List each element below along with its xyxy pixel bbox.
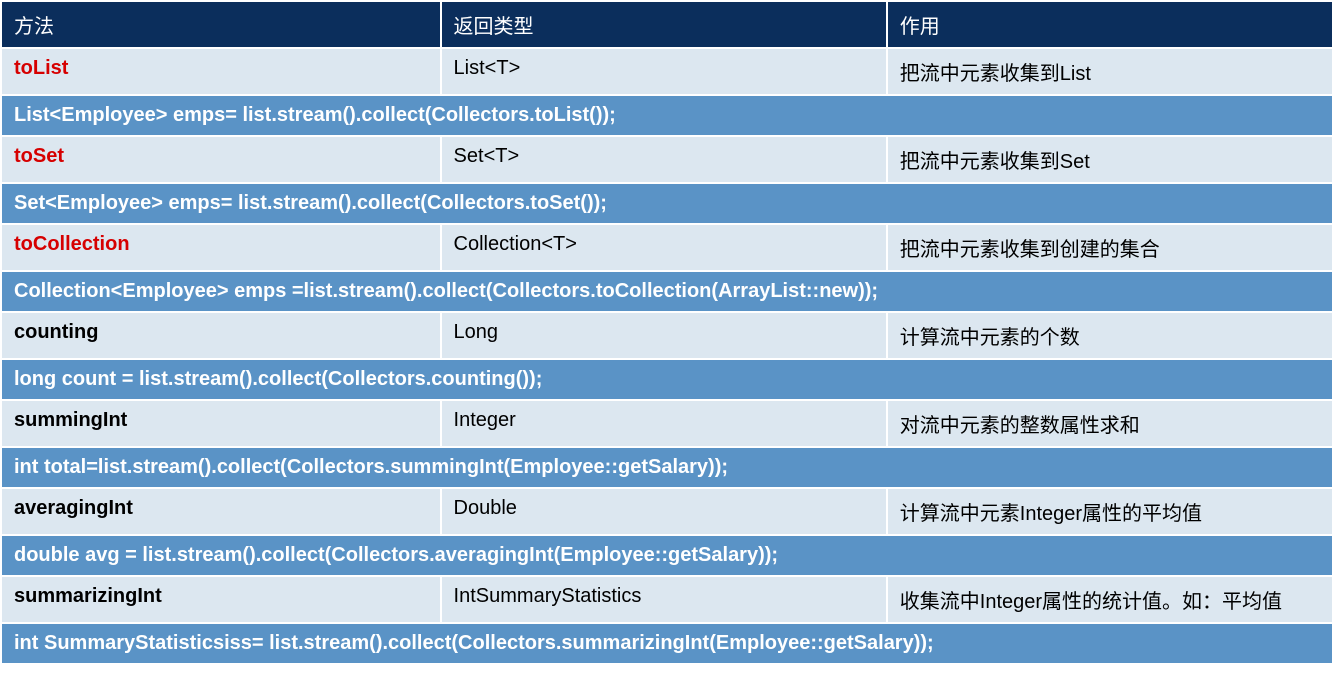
cell-description: 对流中元素的整数属性求和 bbox=[887, 400, 1333, 447]
cell-return-type: IntSummaryStatistics bbox=[441, 576, 887, 623]
cell-method: toList bbox=[1, 48, 441, 95]
table-row: toListList<T>把流中元素收集到List bbox=[1, 48, 1333, 95]
cell-description: 把流中元素收集到List bbox=[887, 48, 1333, 95]
cell-code-example: long count = list.stream().collect(Colle… bbox=[1, 359, 1333, 400]
cell-method: summingInt bbox=[1, 400, 441, 447]
cell-description: 收集流中Integer属性的统计值。如：平均值 bbox=[887, 576, 1333, 623]
cell-return-type: Set<T> bbox=[441, 136, 887, 183]
table-code-row: int total=list.stream().collect(Collecto… bbox=[1, 447, 1333, 488]
cell-return-type: Long bbox=[441, 312, 887, 359]
cell-description: 计算流中元素Integer属性的平均值 bbox=[887, 488, 1333, 535]
header-return-type: 返回类型 bbox=[441, 1, 887, 48]
table-header-row: 方法 返回类型 作用 bbox=[1, 1, 1333, 48]
table-code-row: double avg = list.stream().collect(Colle… bbox=[1, 535, 1333, 576]
cell-return-type: Double bbox=[441, 488, 887, 535]
cell-method: averagingInt bbox=[1, 488, 441, 535]
table-row: summarizingIntIntSummaryStatistics收集流中In… bbox=[1, 576, 1333, 623]
cell-code-example: Collection<Employee> emps =list.stream()… bbox=[1, 271, 1333, 312]
table-row: averagingIntDouble计算流中元素Integer属性的平均值 bbox=[1, 488, 1333, 535]
cell-code-example: Set<Employee> emps= list.stream().collec… bbox=[1, 183, 1333, 224]
cell-return-type: Integer bbox=[441, 400, 887, 447]
collectors-table: 方法 返回类型 作用 toListList<T>把流中元素收集到ListList… bbox=[0, 0, 1334, 665]
table-code-row: List<Employee> emps= list.stream().colle… bbox=[1, 95, 1333, 136]
table-code-row: long count = list.stream().collect(Colle… bbox=[1, 359, 1333, 400]
cell-code-example: double avg = list.stream().collect(Colle… bbox=[1, 535, 1333, 576]
header-method: 方法 bbox=[1, 1, 441, 48]
cell-return-type: Collection<T> bbox=[441, 224, 887, 271]
table-row: toSetSet<T>把流中元素收集到Set bbox=[1, 136, 1333, 183]
table-row: toCollectionCollection<T>把流中元素收集到创建的集合 bbox=[1, 224, 1333, 271]
header-description: 作用 bbox=[887, 1, 1333, 48]
cell-code-example: int total=list.stream().collect(Collecto… bbox=[1, 447, 1333, 488]
table-code-row: Set<Employee> emps= list.stream().collec… bbox=[1, 183, 1333, 224]
table-row: countingLong计算流中元素的个数 bbox=[1, 312, 1333, 359]
table-row: summingIntInteger对流中元素的整数属性求和 bbox=[1, 400, 1333, 447]
cell-return-type: List<T> bbox=[441, 48, 887, 95]
cell-description: 计算流中元素的个数 bbox=[887, 312, 1333, 359]
table-code-row: int SummaryStatisticsiss= list.stream().… bbox=[1, 623, 1333, 664]
cell-method: toCollection bbox=[1, 224, 441, 271]
cell-code-example: List<Employee> emps= list.stream().colle… bbox=[1, 95, 1333, 136]
cell-description: 把流中元素收集到创建的集合 bbox=[887, 224, 1333, 271]
cell-method: summarizingInt bbox=[1, 576, 441, 623]
cell-code-example: int SummaryStatisticsiss= list.stream().… bbox=[1, 623, 1333, 664]
cell-description: 把流中元素收集到Set bbox=[887, 136, 1333, 183]
cell-method: counting bbox=[1, 312, 441, 359]
cell-method: toSet bbox=[1, 136, 441, 183]
table-code-row: Collection<Employee> emps =list.stream()… bbox=[1, 271, 1333, 312]
